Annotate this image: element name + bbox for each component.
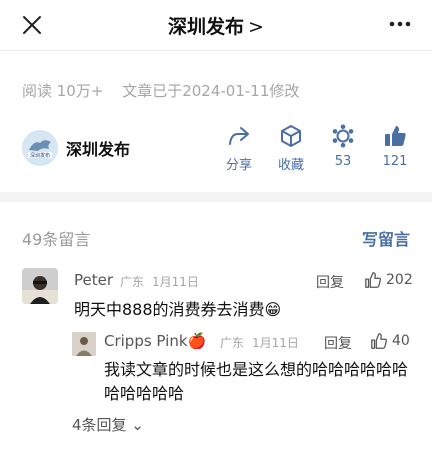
share-label: 分享: [225, 158, 252, 173]
commenter-avatar[interactable]: [22, 268, 58, 304]
thumbs-up-icon: [365, 272, 381, 288]
nav-divider: [0, 50, 432, 51]
wow-icon: [332, 124, 354, 148]
reply-button[interactable]: 回复: [316, 272, 344, 292]
account-title[interactable]: 深圳发布 >: [0, 12, 432, 39]
collect-icon: [281, 125, 301, 147]
reply-text: 我读文章的时候也是这么想的哈哈哈哈哈哈哈哈哈哈哈: [104, 360, 409, 403]
action-bar: 分享 收藏 53 121: [0, 124, 432, 174]
comment-like-count: 202: [386, 272, 413, 288]
reply-like-count: 40: [392, 333, 410, 349]
wow-count: 53: [334, 154, 352, 169]
collect-button[interactable]: 收藏: [269, 124, 313, 173]
like-icon: [385, 126, 406, 146]
avatar-image-icon: [72, 332, 96, 356]
chevron-right-icon: >: [248, 16, 264, 38]
avatar-image-icon: [22, 268, 58, 304]
reply-date: 1月11日: [252, 336, 299, 350]
reply-meta: 广东 1月11日: [220, 334, 307, 351]
like-button[interactable]: 121: [373, 124, 417, 169]
more-icon[interactable]: [388, 14, 412, 34]
replier-name[interactable]: Cripps Pink🍎: [104, 332, 206, 350]
comment-count: 49条留言: [22, 230, 91, 249]
replier-avatar[interactable]: [72, 332, 96, 356]
account-title-text[interactable]: 深圳发布: [168, 16, 244, 38]
edit-info: 文章已于2024-01-11修改: [122, 82, 300, 100]
thumbs-up-icon: [371, 333, 387, 349]
top-nav: 深圳发布 >: [0, 0, 432, 50]
reply-like-button[interactable]: 40: [370, 332, 410, 350]
write-comment-button[interactable]: 写留言: [362, 226, 410, 250]
comment-like-button[interactable]: 202: [364, 271, 413, 289]
share-button[interactable]: 分享: [217, 124, 261, 173]
like-count: 121: [382, 154, 408, 169]
reply-reply-button[interactable]: 回复: [324, 333, 352, 353]
read-count: 阅读 10万+: [22, 82, 104, 100]
collect-label: 收藏: [277, 158, 304, 173]
comments-header: 49条留言 写留言: [22, 226, 410, 249]
more-replies-link[interactable]: 4条回复 ⌄: [72, 414, 144, 435]
wow-button[interactable]: 53: [321, 124, 365, 169]
article-meta: 阅读 10万+ 文章已于2024-01-11修改: [22, 80, 313, 101]
comment-region: 广东: [120, 275, 145, 289]
article-page: 深圳发布 > 阅读 10万+ 文章已于2024-01-11修改 深圳发布 深圳发布: [0, 0, 432, 453]
section-separator: [0, 192, 432, 202]
commenter-name[interactable]: Peter: [74, 271, 113, 289]
share-icon: [229, 127, 249, 145]
comment-meta: 广东 1月11日: [120, 273, 207, 290]
comment-text: 明天中888的消费券去消费😁: [74, 300, 282, 319]
comment-date: 1月11日: [152, 275, 199, 289]
reply-region: 广东: [220, 336, 245, 350]
